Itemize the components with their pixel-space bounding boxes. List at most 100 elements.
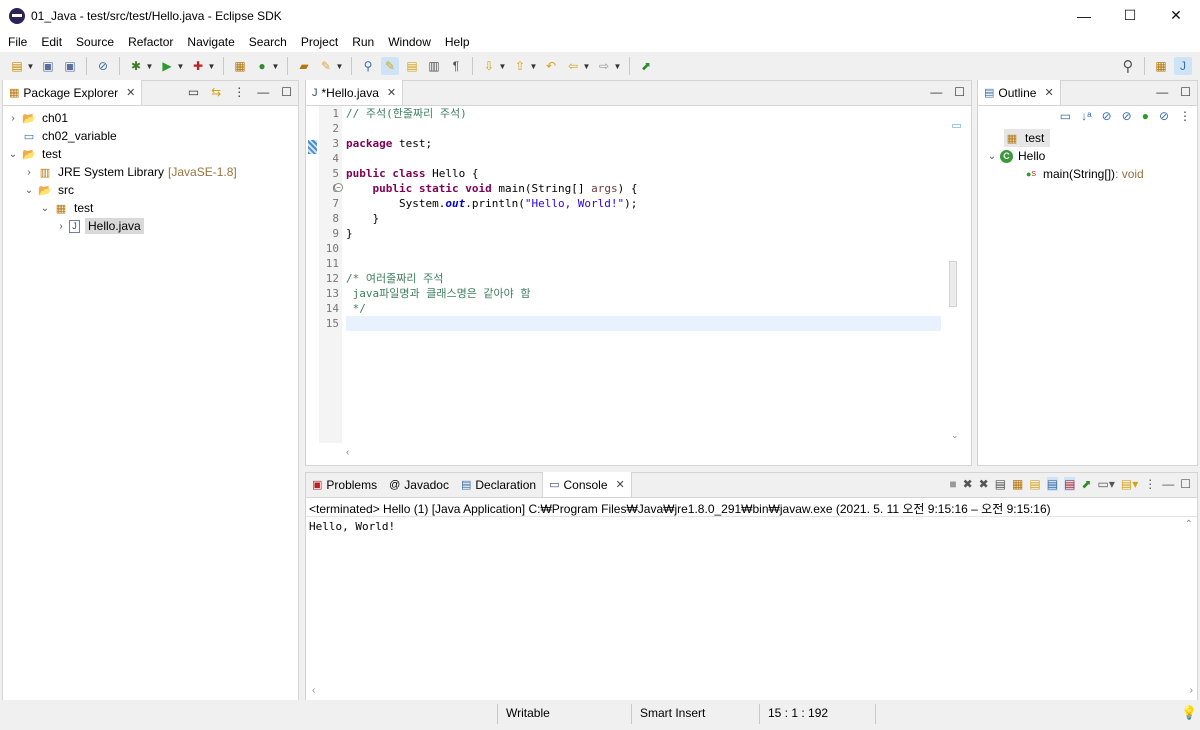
hide-fields-icon[interactable]: ⊘	[1102, 109, 1112, 123]
minimize-button[interactable]: —	[1061, 0, 1107, 31]
maximize-view-icon[interactable]: ☐	[1180, 477, 1191, 491]
close-icon[interactable]: ✕	[616, 478, 625, 491]
menu-navigate[interactable]: Navigate	[180, 35, 241, 49]
chevron-right-icon[interactable]: ›	[23, 167, 35, 178]
menu-file[interactable]: File	[1, 35, 34, 49]
scroll-left-icon[interactable]: ‹	[346, 447, 349, 458]
scroll-lock-icon[interactable]: ▦	[1012, 477, 1023, 491]
tab-outline[interactable]: ▤ Outline ✕	[978, 80, 1061, 105]
new-dropdown-icon[interactable]: ▼	[26, 57, 35, 75]
tab-problems[interactable]: ▣ Problems	[306, 472, 383, 497]
scroll-right-icon[interactable]: ›	[1190, 685, 1193, 696]
scroll-up-icon[interactable]: ⌃	[1185, 519, 1193, 530]
view-menu-icon[interactable]: ⋮	[233, 85, 245, 99]
link-with-editor-icon[interactable]: ⇆	[211, 85, 221, 99]
open-perspective-icon[interactable]: ▦	[1152, 57, 1170, 75]
close-icon[interactable]: ✕	[126, 86, 135, 99]
fold-collapse-icon[interactable]: −	[334, 183, 343, 192]
next-annotation-dropdown-icon[interactable]: ▼	[498, 57, 507, 75]
menu-help[interactable]: Help	[438, 35, 477, 49]
clear-console-icon[interactable]: ▤	[995, 477, 1006, 491]
previous-annotation-dropdown-icon[interactable]: ▼	[529, 57, 538, 75]
status-insert-mode[interactable]: Smart Insert	[640, 706, 705, 720]
close-button[interactable]: ✕	[1153, 0, 1199, 31]
save-all-icon[interactable]: ▣	[61, 57, 79, 75]
external-tools-icon[interactable]: ✚	[189, 57, 207, 75]
collapse-all-icon[interactable]: ▭	[188, 85, 199, 99]
forward-dropdown-icon[interactable]: ▼	[613, 57, 622, 75]
maximize-view-icon[interactable]: ☐	[954, 85, 965, 99]
open-task-icon[interactable]: ✎	[317, 57, 335, 75]
search-icon[interactable]: ⚲	[1119, 57, 1137, 75]
open-console-icon[interactable]: ▤▾	[1121, 477, 1138, 491]
terminate-icon[interactable]: ■	[949, 477, 956, 491]
menu-refactor[interactable]: Refactor	[121, 35, 180, 49]
back-icon[interactable]: ⇦	[564, 57, 582, 75]
hide-local-types-icon[interactable]: ⊘	[1159, 109, 1169, 123]
minimize-view-icon[interactable]: —	[1162, 477, 1174, 491]
menu-window[interactable]: Window	[381, 35, 438, 49]
new-java-class-icon[interactable]: ●	[253, 57, 271, 75]
pin-editor-icon[interactable]: ⬈	[637, 57, 655, 75]
tab-hello-java[interactable]: J *Hello.java ✕	[306, 80, 404, 105]
open-type-icon[interactable]: ▰	[295, 57, 313, 75]
word-wrap-icon[interactable]: ▥	[425, 57, 443, 75]
vertical-scrollbar[interactable]: ⌄	[943, 106, 971, 443]
close-icon[interactable]: ✕	[1044, 86, 1053, 99]
outline-item-package[interactable]: ▦ test	[1004, 129, 1051, 147]
debug-dropdown-icon[interactable]: ▼	[145, 57, 154, 75]
java-perspective-icon[interactable]: J	[1174, 57, 1192, 75]
last-edit-location-icon[interactable]: ↶	[542, 57, 560, 75]
console-output-area[interactable]: Hello, World! ⌃ › ‹	[306, 516, 1197, 700]
chevron-down-icon[interactable]: ⌄	[7, 149, 19, 160]
tree-item-hello-java[interactable]: › J Hello.java	[55, 217, 144, 235]
next-annotation-icon[interactable]: ⇩	[480, 57, 498, 75]
tree-item-jre-library[interactable]: › ▥ JRE System Library [JavaSE-1.8]	[23, 163, 236, 181]
menu-source[interactable]: Source	[69, 35, 121, 49]
new-class-dropdown-icon[interactable]: ▼	[271, 57, 280, 75]
scroll-thumb[interactable]	[949, 261, 957, 307]
status-cursor-position[interactable]: 15 : 1 : 192	[768, 706, 828, 720]
maximize-view-icon[interactable]: ☐	[281, 85, 292, 99]
outline-item-class[interactable]: ⌄ C Hello	[986, 147, 1046, 165]
menu-edit[interactable]: Edit	[34, 35, 69, 49]
new-icon[interactable]: ▤	[8, 57, 26, 75]
tab-javadoc[interactable]: @ Javadoc	[383, 472, 455, 497]
previous-annotation-icon[interactable]: ⇧	[511, 57, 529, 75]
tree-item-ch01[interactable]: › 📂 ch01	[7, 109, 68, 127]
back-dropdown-icon[interactable]: ▼	[582, 57, 591, 75]
sort-icon[interactable]: ↓ᵃ	[1081, 109, 1091, 123]
minimize-view-icon[interactable]: —	[257, 85, 269, 99]
new-java-package-icon[interactable]: ▦	[231, 57, 249, 75]
tab-package-explorer[interactable]: ▦ Package Explorer ✕	[3, 80, 143, 105]
scroll-down-icon[interactable]: ⌄	[951, 430, 959, 441]
view-menu-icon[interactable]: ⋮	[1144, 477, 1156, 491]
open-task-dropdown-icon[interactable]: ▼	[335, 57, 344, 75]
tree-item-test-project[interactable]: ⌄ 📂 test	[7, 145, 62, 163]
maximize-view-icon[interactable]: ☐	[1180, 85, 1191, 99]
mark-occurrences-icon[interactable]: ✎	[381, 57, 399, 75]
display-selected-console-icon[interactable]: ▭▾	[1097, 477, 1114, 491]
hide-static-icon[interactable]: ⊘	[1122, 109, 1132, 123]
external-tools-dropdown-icon[interactable]: ▼	[207, 57, 216, 75]
tree-item-src[interactable]: ⌄ 📂 src	[23, 181, 74, 199]
word-wrap-icon[interactable]: ▤	[1029, 477, 1040, 491]
tree-item-test-package[interactable]: ⌄ ▦ test	[39, 199, 94, 217]
chevron-down-icon[interactable]: ⌄	[986, 151, 998, 162]
run-dropdown-icon[interactable]: ▼	[176, 57, 185, 75]
show-on-stderr-icon[interactable]: ▤	[1064, 477, 1076, 491]
scroll-left-icon[interactable]: ‹	[312, 685, 315, 696]
menu-project[interactable]: Project	[294, 35, 345, 49]
view-menu-icon[interactable]: ⋮	[1179, 109, 1191, 123]
chevron-right-icon[interactable]: ›	[7, 113, 19, 124]
close-icon[interactable]: ✕	[387, 86, 396, 99]
maximize-button[interactable]: ☐	[1107, 0, 1153, 31]
collapse-all-icon[interactable]: ▭	[1060, 109, 1071, 123]
menu-run[interactable]: Run	[345, 35, 381, 49]
tree-item-ch02-variable[interactable]: ▭ ch02_variable	[7, 127, 117, 145]
tab-console[interactable]: ▭ Console ✕	[542, 472, 632, 497]
pin-console-icon[interactable]: ⬈	[1081, 477, 1091, 491]
minimize-view-icon[interactable]: —	[930, 85, 942, 99]
save-icon[interactable]: ▣	[39, 57, 57, 75]
tab-declaration[interactable]: ▤ Declaration	[455, 472, 542, 497]
